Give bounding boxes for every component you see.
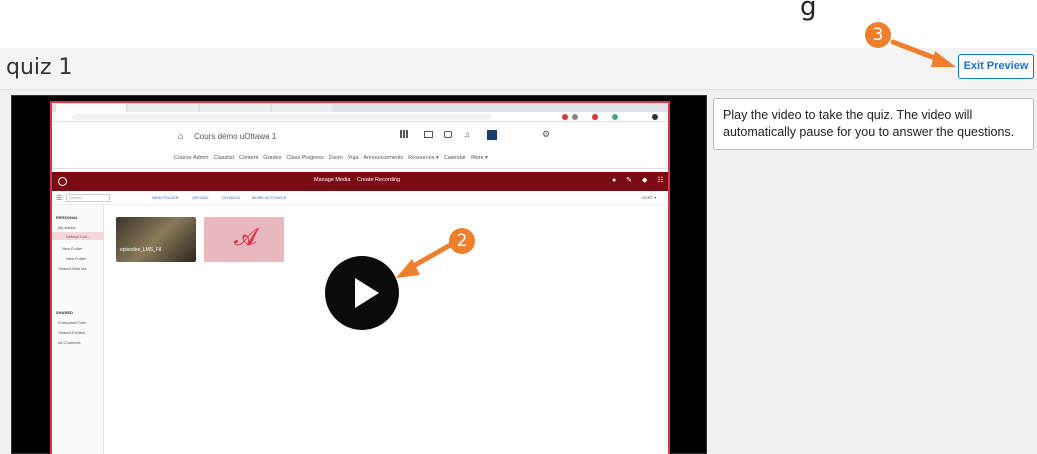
step-2-badge: 2 (449, 228, 475, 254)
arrow-3 (890, 39, 956, 67)
step-3-badge: 3 (865, 22, 891, 48)
annotation-arrows (396, 39, 956, 278)
arrow-2 (396, 241, 455, 278)
